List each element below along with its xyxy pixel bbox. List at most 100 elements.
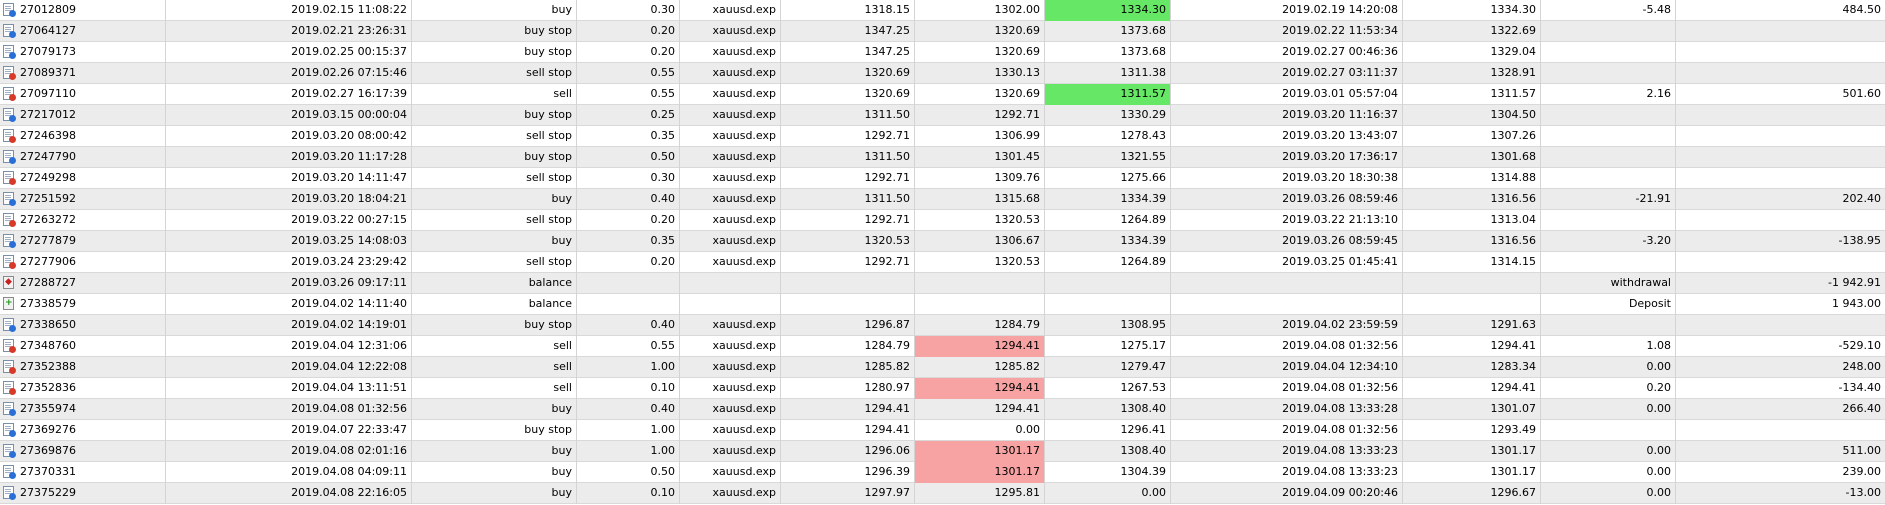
table-row[interactable]: ◆ 27288727 2019.03.26 09:17:11 balance withd… xyxy=(0,273,1885,294)
take-profit-cell: 1296.41 xyxy=(1045,420,1171,441)
ticket-cell: 27338650 xyxy=(0,315,166,336)
close-time-cell: 2019.04.08 01:32:56 xyxy=(1171,378,1403,399)
take-profit-cell xyxy=(1045,273,1171,294)
open-time-cell: 2019.04.04 13:11:51 xyxy=(166,378,412,399)
open-price-cell: 1280.97 xyxy=(781,378,915,399)
commission-cell: -3.20 xyxy=(1541,231,1676,252)
order-sell-icon xyxy=(3,213,16,227)
table-row[interactable]: 27097110 2019.02.27 16:17:39 sell 0.55 xauus… xyxy=(0,84,1885,105)
commission-cell xyxy=(1541,420,1676,441)
symbol-cell: xauusd.exp xyxy=(680,336,781,357)
close-time-cell: 2019.04.08 13:33:28 xyxy=(1171,399,1403,420)
table-row[interactable]: 27217012 2019.03.15 00:00:04 buy stop 0.25 x… xyxy=(0,105,1885,126)
order-buy-icon xyxy=(3,108,16,122)
open-price-cell: 1292.71 xyxy=(781,210,915,231)
type-cell: buy stop xyxy=(412,147,577,168)
stop-loss-cell: 1320.69 xyxy=(915,42,1045,63)
ticket-number: 27369276 xyxy=(20,423,76,436)
ticket-cell: 27097110 xyxy=(0,84,166,105)
close-price-cell: 1301.07 xyxy=(1403,399,1541,420)
order-sell-icon xyxy=(3,66,16,80)
close-price-cell: 1293.49 xyxy=(1403,420,1541,441)
ticket-cell: 27089371 xyxy=(0,63,166,84)
open-time-cell: 2019.03.24 23:29:42 xyxy=(166,252,412,273)
symbol-cell: xauusd.exp xyxy=(680,84,781,105)
balance-deposit-icon: + xyxy=(3,297,14,310)
table-row[interactable]: 27012809 2019.02.15 11:08:22 buy 0.30 xauusd… xyxy=(0,0,1885,21)
open-time-cell: 2019.02.27 16:17:39 xyxy=(166,84,412,105)
ticket-number: 27277879 xyxy=(20,234,76,247)
commission-cell: 0.00 xyxy=(1541,441,1676,462)
ticket-number: 27352388 xyxy=(20,360,76,373)
close-time-cell: 2019.02.27 00:46:36 xyxy=(1171,42,1403,63)
table-row[interactable]: 27277879 2019.03.25 14:08:03 buy 0.35 xauusd… xyxy=(0,231,1885,252)
commission-cell: Deposit xyxy=(1541,294,1676,315)
volume-cell: 0.40 xyxy=(577,399,680,420)
table-row[interactable]: +27338579 2019.04.02 14:11:40 balance Depos… xyxy=(0,294,1885,315)
table-row[interactable]: 27247790 2019.03.20 11:17:28 buy stop 0.50 x… xyxy=(0,147,1885,168)
table-row[interactable]: 27355974 2019.04.08 01:32:56 buy 0.40 xauusd… xyxy=(0,399,1885,420)
close-time-cell: 2019.04.04 12:34:10 xyxy=(1171,357,1403,378)
table-row[interactable]: 27251592 2019.03.20 18:04:21 buy 0.40 xauusd… xyxy=(0,189,1885,210)
close-time-cell: 2019.03.01 05:57:04 xyxy=(1171,84,1403,105)
table-row[interactable]: 27246398 2019.03.20 08:00:42 sell stop 0.35… xyxy=(0,126,1885,147)
stop-loss-cell: 1294.41 xyxy=(915,399,1045,420)
open-price-cell: 1311.50 xyxy=(781,147,915,168)
ticket-number: 27079173 xyxy=(20,45,76,58)
table-row[interactable]: 27348760 2019.04.04 12:31:06 sell 0.55 xauus… xyxy=(0,336,1885,357)
balance-withdrawal-icon: ◆ xyxy=(3,276,14,289)
close-price-cell: 1329.04 xyxy=(1403,42,1541,63)
table-row[interactable]: 27064127 2019.02.21 23:26:31 buy stop 0.20 x… xyxy=(0,21,1885,42)
table-row[interactable]: 27352836 2019.04.04 13:11:51 sell 0.10 xauus… xyxy=(0,378,1885,399)
stop-loss-cell: 1330.13 xyxy=(915,63,1045,84)
order-buy-icon xyxy=(3,45,16,59)
symbol-cell: xauusd.exp xyxy=(680,126,781,147)
table-row[interactable]: 27249298 2019.03.20 14:11:47 sell stop 0.30… xyxy=(0,168,1885,189)
take-profit-cell: 1275.17 xyxy=(1045,336,1171,357)
close-time-cell: 2019.03.26 08:59:46 xyxy=(1171,189,1403,210)
commission-cell xyxy=(1541,168,1676,189)
take-profit-cell: 1334.39 xyxy=(1045,231,1171,252)
close-price-cell: 1328.91 xyxy=(1403,63,1541,84)
profit-cell: 239.00 xyxy=(1842,465,1882,478)
ticket-number: 27355974 xyxy=(20,402,76,415)
open-time-cell: 2019.03.22 00:27:15 xyxy=(166,210,412,231)
volume-cell: 0.10 xyxy=(577,378,680,399)
table-row[interactable]: 27263272 2019.03.22 00:27:15 sell stop 0.20… xyxy=(0,210,1885,231)
ticket-cell: 27249298 xyxy=(0,168,166,189)
close-price-cell: 1313.04 xyxy=(1403,210,1541,231)
table-row[interactable]: 27375229 2019.04.08 22:16:05 buy 0.10 xauusd… xyxy=(0,483,1885,504)
open-time-cell: 2019.04.02 14:11:40 xyxy=(166,294,412,315)
take-profit-cell: 1264.89 xyxy=(1045,210,1171,231)
ticket-number: 27246398 xyxy=(20,129,76,142)
type-cell: buy stop xyxy=(412,315,577,336)
table-row[interactable]: 27370331 2019.04.08 04:09:11 buy 0.50 xauusd… xyxy=(0,462,1885,483)
symbol-cell: xauusd.exp xyxy=(680,231,781,252)
order-buy-icon xyxy=(3,444,16,458)
profit-cell: -529.10 xyxy=(1838,339,1881,352)
symbol-cell: xauusd.exp xyxy=(680,462,781,483)
ticket-number: 27277906 xyxy=(20,255,76,268)
ticket-cell: 27247790 xyxy=(0,147,166,168)
close-time-cell: 2019.03.22 21:13:10 xyxy=(1171,210,1403,231)
open-price-cell: 1296.39 xyxy=(781,462,915,483)
table-row[interactable]: 27277906 2019.03.24 23:29:42 sell stop 0.20… xyxy=(0,252,1885,273)
table-row[interactable]: 27369876 2019.04.08 02:01:16 buy 1.00 xauusd… xyxy=(0,441,1885,462)
open-price-cell: 1347.25 xyxy=(781,42,915,63)
open-time-cell: 2019.04.04 12:31:06 xyxy=(166,336,412,357)
commission-cell: 0.00 xyxy=(1541,399,1676,420)
table-row[interactable]: 27352388 2019.04.04 12:22:08 sell 1.00 xauus… xyxy=(0,357,1885,378)
table-row[interactable]: 27338650 2019.04.02 14:19:01 buy stop 0.40 x… xyxy=(0,315,1885,336)
stop-loss-cell: 1295.81 xyxy=(915,483,1045,504)
close-time-cell: 2019.04.08 01:32:56 xyxy=(1171,420,1403,441)
take-profit-cell: 1278.43 xyxy=(1045,126,1171,147)
take-profit-cell: 1264.89 xyxy=(1045,252,1171,273)
table-row[interactable]: 27369276 2019.04.07 22:33:47 buy stop 1.00 x… xyxy=(0,420,1885,441)
table-row[interactable]: 27079173 2019.02.25 00:15:37 buy stop 0.20 x… xyxy=(0,42,1885,63)
commission-cell xyxy=(1541,147,1676,168)
close-time-cell: 2019.02.27 03:11:37 xyxy=(1171,63,1403,84)
type-cell: balance xyxy=(412,294,577,315)
commission-cell: 0.20 xyxy=(1541,378,1676,399)
volume-cell: 0.20 xyxy=(577,252,680,273)
table-row[interactable]: 27089371 2019.02.26 07:15:46 sell stop 0.55… xyxy=(0,63,1885,84)
